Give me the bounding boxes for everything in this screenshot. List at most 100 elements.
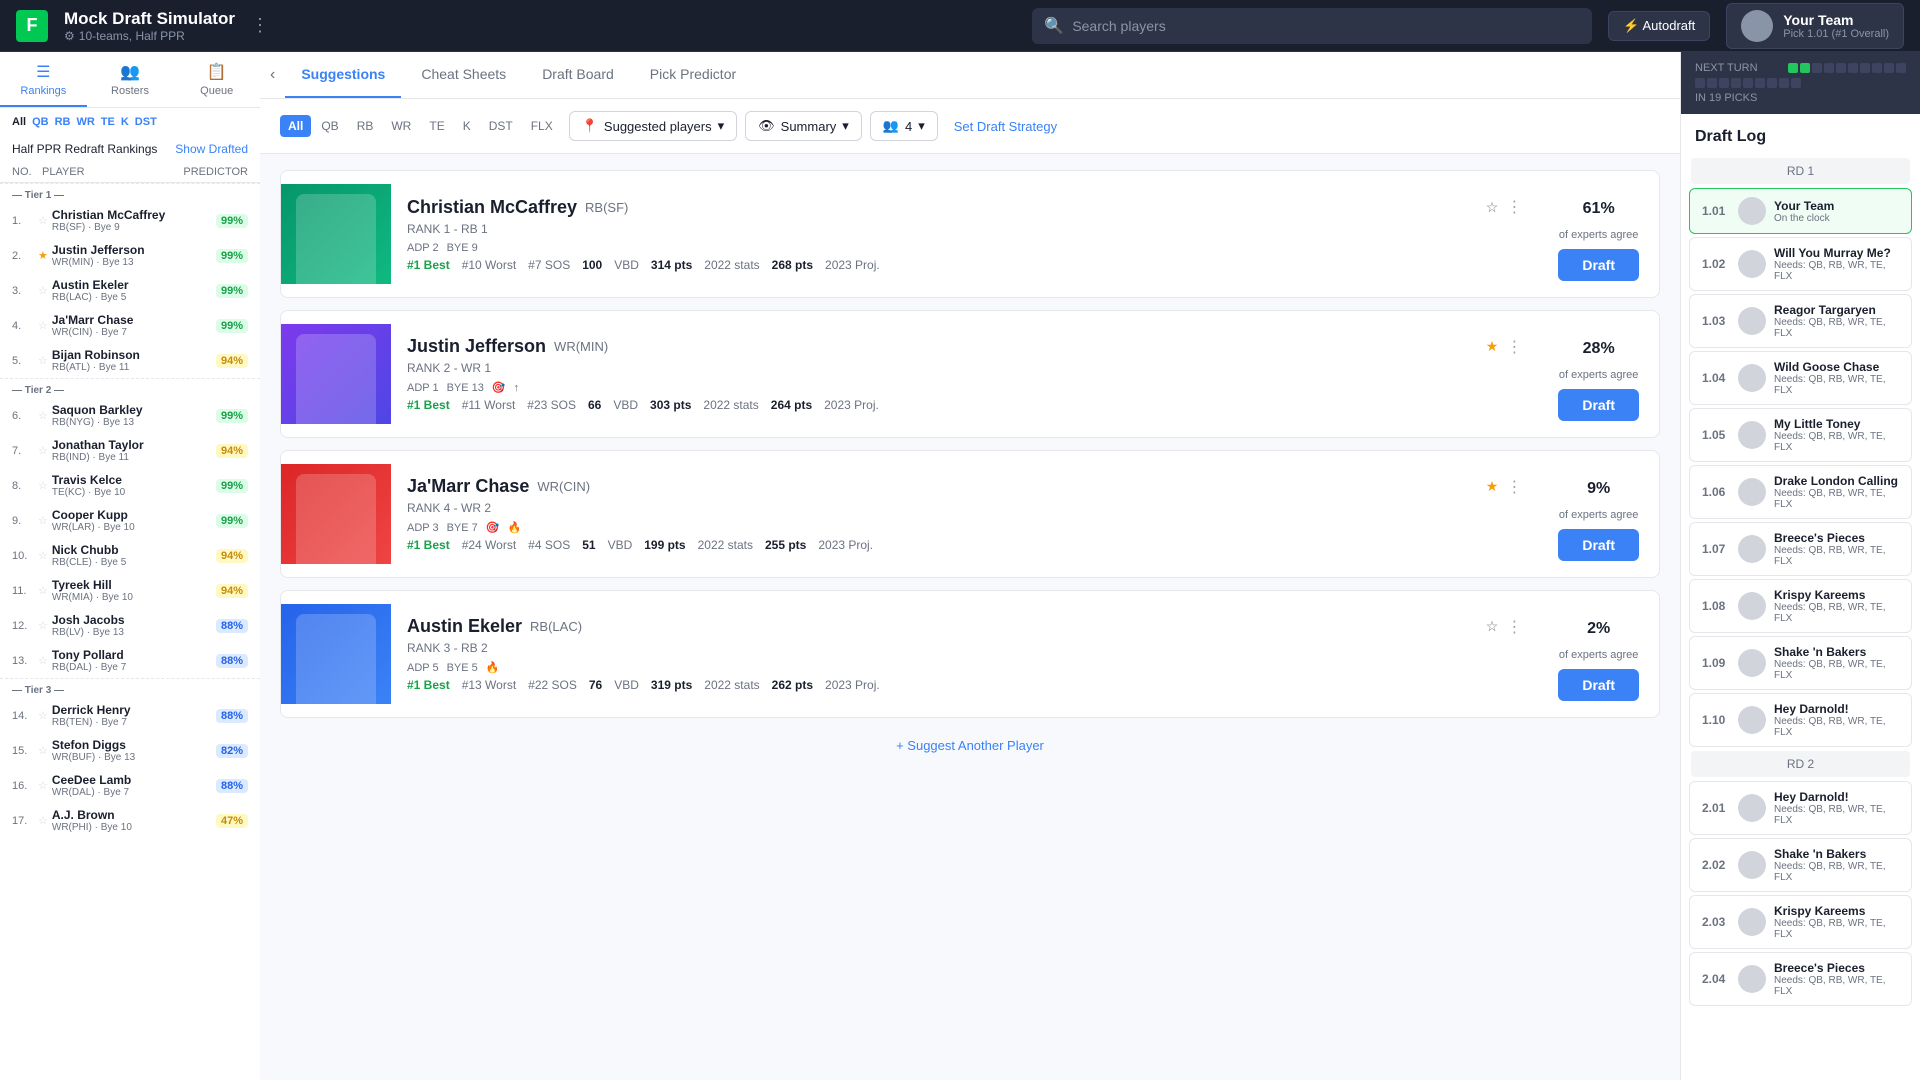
team-avatar xyxy=(1738,250,1766,278)
draft-log-item[interactable]: 1.04 Wild Goose Chase Needs: QB, RB, WR,… xyxy=(1689,351,1912,405)
set-draft-strategy-link[interactable]: Set Draft Strategy xyxy=(954,119,1057,134)
draft-log-item[interactable]: 2.03 Krispy Kareems Needs: QB, RB, WR, T… xyxy=(1689,895,1912,949)
search-bar[interactable]: 🔍 xyxy=(1032,8,1592,44)
show-drafted-button[interactable]: Show Drafted xyxy=(175,142,248,156)
player-star[interactable]: ☆ xyxy=(38,709,48,722)
player-star[interactable]: ☆ xyxy=(38,409,48,422)
favorite-star[interactable]: ★ xyxy=(1486,338,1499,355)
tab-draft-board[interactable]: Draft Board xyxy=(526,52,630,98)
list-item[interactable]: 15. ☆ Stefon Diggs WR(BUF) · Bye 13 82% xyxy=(0,733,260,768)
pos-te[interactable]: TE xyxy=(421,115,452,137)
draft-button[interactable]: Draft xyxy=(1558,249,1639,281)
list-item[interactable]: 2. ★ Justin Jefferson WR(MIN) · Bye 13 9… xyxy=(0,238,260,273)
pos-rb[interactable]: RB xyxy=(349,115,382,137)
list-item[interactable]: 1. ☆ Christian McCaffrey RB(SF) · Bye 9 … xyxy=(0,203,260,238)
draft-button[interactable]: Draft xyxy=(1558,529,1639,561)
list-item[interactable]: 11. ☆ Tyreek Hill WR(MIA) · Bye 10 94% xyxy=(0,573,260,608)
player-star[interactable]: ☆ xyxy=(38,584,48,597)
list-item[interactable]: 17. ☆ A.J. Brown WR(PHI) · Bye 10 47% xyxy=(0,803,260,838)
pos-dst[interactable]: DST xyxy=(481,115,521,137)
tab-suggestions[interactable]: Suggestions xyxy=(285,52,401,98)
draft-log-item[interactable]: 1.01 Your Team On the clock xyxy=(1689,188,1912,234)
favorite-star[interactable]: ★ xyxy=(1486,478,1499,495)
list-item[interactable]: 3. ☆ Austin Ekeler RB(LAC) · Bye 5 99% xyxy=(0,273,260,308)
player-star[interactable]: ☆ xyxy=(38,514,48,527)
list-item[interactable]: 10. ☆ Nick Chubb RB(CLE) · Bye 5 94% xyxy=(0,538,260,573)
list-item[interactable]: 14. ☆ Derrick Henry RB(TEN) · Bye 7 88% xyxy=(0,698,260,733)
player-star[interactable]: ☆ xyxy=(38,444,48,457)
player-star[interactable]: ☆ xyxy=(38,214,48,227)
list-item[interactable]: 7. ☆ Jonathan Taylor RB(IND) · Bye 11 94… xyxy=(0,433,260,468)
team-name: Will You Murray Me? xyxy=(1774,246,1899,260)
your-team-button[interactable]: Your Team Pick 1.01 (#1 Overall) xyxy=(1726,3,1904,49)
draft-log-item[interactable]: 1.05 My Little Toney Needs: QB, RB, WR, … xyxy=(1689,408,1912,462)
player-star[interactable]: ☆ xyxy=(38,744,48,757)
draft-button[interactable]: Draft xyxy=(1558,389,1639,421)
draft-log-item[interactable]: 1.06 Drake London Calling Needs: QB, RB,… xyxy=(1689,465,1912,519)
more-options-icon[interactable]: ⋮ xyxy=(1506,617,1522,637)
draft-log-item[interactable]: 1.03 Reagor Targaryen Needs: QB, RB, WR,… xyxy=(1689,294,1912,348)
favorite-star[interactable]: ☆ xyxy=(1486,618,1499,635)
draft-log-item[interactable]: 2.01 Hey Darnold! Needs: QB, RB, WR, TE,… xyxy=(1689,781,1912,835)
list-item[interactable]: 13. ☆ Tony Pollard RB(DAL) · Bye 7 88% xyxy=(0,643,260,678)
favorite-star[interactable]: ☆ xyxy=(1486,199,1499,216)
suggested-players-dropdown[interactable]: 📍 Suggested players ▾ xyxy=(569,111,737,141)
pos-qb[interactable]: QB xyxy=(313,115,346,137)
search-input[interactable] xyxy=(1072,18,1580,34)
draft-button[interactable]: Draft xyxy=(1558,669,1639,701)
player-star[interactable]: ☆ xyxy=(38,549,48,562)
draft-log-item[interactable]: 1.10 Hey Darnold! Needs: QB, RB, WR, TE,… xyxy=(1689,693,1912,747)
pos-k[interactable]: K xyxy=(455,115,479,137)
more-options-icon[interactable]: ⋮ xyxy=(1506,197,1522,217)
list-item[interactable]: 6. ☆ Saquon Barkley RB(NYG) · Bye 13 99% xyxy=(0,398,260,433)
draft-log-item[interactable]: 1.07 Breece's Pieces Needs: QB, RB, WR, … xyxy=(1689,522,1912,576)
player-star[interactable]: ☆ xyxy=(38,814,48,827)
suggest-another-button[interactable]: + Suggest Another Player xyxy=(280,730,1660,761)
player-star[interactable]: ☆ xyxy=(38,354,48,367)
list-item[interactable]: 16. ☆ CeeDee Lamb WR(DAL) · Bye 7 88% xyxy=(0,768,260,803)
pos-all[interactable]: All xyxy=(280,115,311,137)
pos-flx[interactable]: FLX xyxy=(523,115,561,137)
list-item[interactable]: 12. ☆ Josh Jacobs RB(LV) · Bye 13 88% xyxy=(0,608,260,643)
filter-qb[interactable]: QB xyxy=(32,116,49,128)
filter-rb[interactable]: RB xyxy=(55,116,71,128)
nav-queue[interactable]: 📋 Queue xyxy=(173,52,260,107)
draft-log-item[interactable]: 1.08 Krispy Kareems Needs: QB, RB, WR, T… xyxy=(1689,579,1912,633)
pos-wr[interactable]: WR xyxy=(383,115,419,137)
player-card-image xyxy=(281,324,391,424)
autodraft-button[interactable]: ⚡ Autodraft xyxy=(1608,11,1710,41)
list-item[interactable]: 5. ☆ Bijan Robinson RB(ATL) · Bye 11 94% xyxy=(0,343,260,378)
more-options-icon[interactable]: ⋮ xyxy=(1506,337,1522,357)
draft-log-item[interactable]: 1.09 Shake 'n Bakers Needs: QB, RB, WR, … xyxy=(1689,636,1912,690)
collapse-button[interactable]: ‹ xyxy=(270,66,275,84)
more-options-icon[interactable]: ⋮ xyxy=(1506,477,1522,497)
player-star[interactable]: ☆ xyxy=(38,779,48,792)
team-size-dropdown[interactable]: 👥 4 ▾ xyxy=(870,111,938,141)
player-badge: 88% xyxy=(216,654,248,668)
player-star[interactable]: ☆ xyxy=(38,619,48,632)
menu-icon[interactable]: ⋮ xyxy=(251,15,269,36)
player-star[interactable]: ★ xyxy=(38,249,48,262)
rankings-dropdown[interactable]: Half PPR Redraft Rankings xyxy=(12,142,157,156)
summary-dropdown[interactable]: 👁 Summary ▾ xyxy=(745,111,862,141)
filter-dst[interactable]: DST xyxy=(135,116,157,128)
list-item[interactable]: 8. ☆ Travis Kelce TE(KC) · Bye 10 99% xyxy=(0,468,260,503)
nav-rankings[interactable]: ☰ Rankings xyxy=(0,52,87,107)
filter-k[interactable]: K xyxy=(121,116,129,128)
draft-log-item[interactable]: 2.02 Shake 'n Bakers Needs: QB, RB, WR, … xyxy=(1689,838,1912,892)
player-star[interactable]: ☆ xyxy=(38,479,48,492)
draft-log-item[interactable]: 1.02 Will You Murray Me? Needs: QB, RB, … xyxy=(1689,237,1912,291)
filter-te[interactable]: TE xyxy=(101,116,115,128)
tab-cheat-sheets[interactable]: Cheat Sheets xyxy=(405,52,522,98)
list-item[interactable]: 9. ☆ Cooper Kupp WR(LAR) · Bye 10 99% xyxy=(0,503,260,538)
player-star[interactable]: ☆ xyxy=(38,284,48,297)
player-star[interactable]: ☆ xyxy=(38,654,48,667)
tab-pick-predictor[interactable]: Pick Predictor xyxy=(634,52,752,98)
list-item[interactable]: 4. ☆ Ja'Marr Chase WR(CIN) · Bye 7 99% xyxy=(0,308,260,343)
draft-log-item[interactable]: 2.04 Breece's Pieces Needs: QB, RB, WR, … xyxy=(1689,952,1912,1006)
col-predictor-label[interactable]: PREDICTOR xyxy=(183,166,248,178)
player-star[interactable]: ☆ xyxy=(38,319,48,332)
filter-wr[interactable]: WR xyxy=(76,116,94,128)
filter-all[interactable]: All xyxy=(12,116,26,128)
nav-rosters[interactable]: 👥 Rosters xyxy=(87,52,174,107)
